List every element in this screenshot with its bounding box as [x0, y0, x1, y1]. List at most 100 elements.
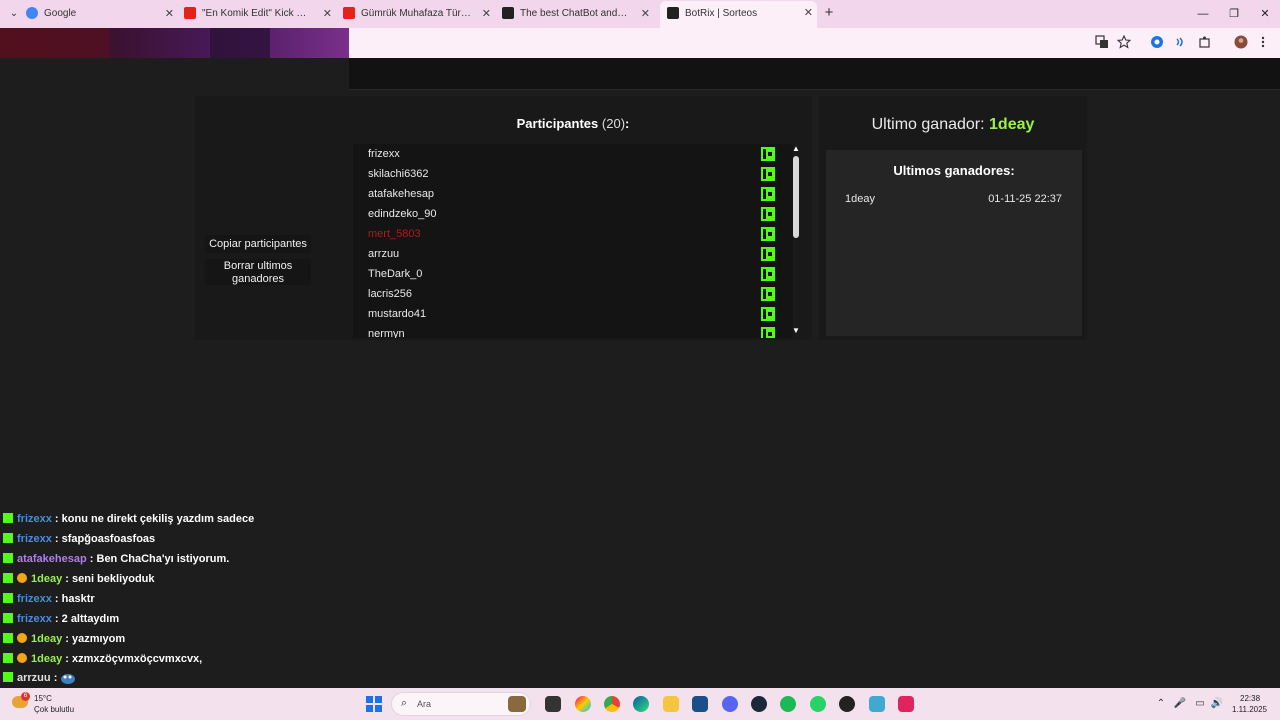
scroll-up-icon[interactable]: ▲	[792, 144, 800, 153]
extension-s-icon[interactable]	[1149, 35, 1165, 51]
close-icon[interactable]: ✕	[165, 3, 174, 25]
chat-message: frizexx : 2 alttaydım	[3, 611, 119, 627]
kick-icon	[761, 167, 775, 181]
file-explorer-icon[interactable]	[663, 696, 679, 712]
steam-icon[interactable]	[751, 696, 767, 712]
participants-scrollbar[interactable]: ▲ ▼	[790, 144, 802, 338]
og-badge-icon	[17, 633, 27, 644]
browser-tab-bar: ⌄ Google ✕ "En Komik Edit" Kick & Twitch…	[0, 0, 1280, 28]
spotify-icon[interactable]	[780, 696, 796, 712]
participant-name: atafakehesap	[368, 188, 435, 200]
microphone-icon[interactable]: 🎤	[1173, 697, 1187, 711]
chat-message: frizexx : konu ne direkt çekiliş yazdım …	[3, 511, 254, 527]
windows-taskbar: 6 15°C Çok bulutlu ⌕ Ara ⌃ 🎤 ▭ 🔊 22:38 1…	[0, 688, 1280, 720]
chevron-up-icon[interactable]: ⌃	[1154, 697, 1168, 711]
emote-icon	[61, 674, 76, 685]
google-icon	[26, 7, 38, 19]
participant-row[interactable]: arrzuu	[353, 244, 793, 264]
kick-icon	[3, 593, 13, 604]
kick-icon	[3, 573, 13, 584]
chat-message: 1deay : seni bekliyoduk	[3, 571, 155, 587]
clock-time[interactable]: 22:38	[1240, 694, 1260, 703]
clear-winners-button[interactable]: Borrar ultimos ganadores	[205, 259, 311, 285]
edge-icon[interactable]	[633, 696, 649, 712]
weather-temperature[interactable]: 15°C	[34, 694, 52, 703]
participant-row[interactable]: mert_5803	[353, 224, 793, 244]
address-bar[interactable]	[349, 28, 1280, 58]
monitor-icon[interactable]: ▭	[1193, 697, 1207, 711]
star-icon[interactable]	[1116, 34, 1132, 51]
participant-row[interactable]: skilachi6362	[353, 164, 793, 184]
chat-message: arrzuu :	[3, 670, 76, 686]
tab-google[interactable]: Google ✕	[26, 3, 178, 25]
settings-gear-icon[interactable]	[869, 696, 885, 712]
chat-message: frizexx : hasktr	[3, 591, 95, 607]
participant-row[interactable]: atafakehesap	[353, 184, 793, 204]
discord-icon[interactable]	[722, 696, 738, 712]
copy-participants-button[interactable]: Copiar participantes	[205, 235, 311, 253]
close-icon[interactable]: ✕	[482, 3, 491, 25]
kick-icon	[761, 227, 775, 241]
speaker-icon[interactable]: 🔊	[1210, 697, 1224, 711]
tab-youtube-gumruk[interactable]: Gümrük Muhafaza Türkiye 16. ✕	[343, 3, 495, 25]
scroll-down-icon[interactable]: ▼	[792, 326, 800, 335]
tab-youtube-edit[interactable]: "En Komik Edit" Kick & Twitch ✕	[184, 3, 336, 25]
kick-icon	[3, 613, 13, 624]
minimize-button[interactable]: —	[1195, 6, 1211, 22]
weather-badge: 6	[21, 692, 30, 701]
kick-icon	[761, 207, 775, 221]
youtube-icon	[343, 7, 355, 19]
taskbar-search-input[interactable]: ⌕ Ara	[391, 692, 531, 716]
participant-name: mustardo41	[368, 308, 427, 320]
winner-name: 1deay	[845, 193, 875, 205]
participant-name: lacris256	[368, 288, 413, 300]
last-winner-name: 1deay	[989, 116, 1035, 133]
media-icon[interactable]	[1173, 35, 1189, 51]
whatsapp-icon[interactable]	[810, 696, 826, 712]
participant-row[interactable]: edindzeko_90	[353, 204, 793, 224]
participant-row[interactable]: frizexx	[353, 144, 793, 164]
close-icon[interactable]: ✕	[323, 3, 332, 25]
recent-winners-title: Ultimos ganadores:	[893, 163, 1015, 178]
task-view-icon[interactable]	[545, 696, 561, 712]
kick-icon	[3, 553, 13, 564]
profile-icon[interactable]	[1233, 35, 1249, 51]
clock-date[interactable]: 1.11.2025	[1232, 705, 1267, 714]
participant-row[interactable]: TheDark_0	[353, 264, 793, 284]
tab-botrix-sorteos[interactable]: BotRix | Sorteos ✕	[660, 1, 817, 28]
tab-search-icon[interactable]: ⌄	[6, 6, 22, 22]
kick-icon	[3, 653, 13, 664]
close-icon[interactable]: ✕	[641, 3, 650, 25]
og-badge-icon	[17, 653, 27, 664]
store-icon[interactable]	[692, 696, 708, 712]
recent-winners-box: Ultimos ganadores: 1deay 01-11-25 22:37	[826, 150, 1082, 336]
participant-row[interactable]: lacris256	[353, 284, 793, 304]
scroll-thumb[interactable]	[793, 156, 799, 238]
chat-message: atafakehesap : Ben ChaCha'yı istiyorum.	[3, 551, 229, 567]
tab-chatbot[interactable]: The best ChatBot and Widgets ✕	[502, 3, 654, 25]
maximize-button[interactable]: ❐	[1226, 6, 1242, 22]
new-tab-button[interactable]: +	[821, 4, 837, 22]
puzzle-icon[interactable]	[1197, 35, 1213, 51]
participants-list[interactable]: frizexx skilachi6362 atafakehesap edindz…	[353, 144, 793, 338]
kick-icon	[3, 672, 13, 683]
weather-condition[interactable]: Çok bulutlu	[34, 705, 74, 714]
kick-icon	[761, 287, 775, 301]
app-pink-icon[interactable]	[898, 696, 914, 712]
botrix-icon	[502, 7, 514, 19]
translate-icon[interactable]	[1094, 35, 1110, 51]
windows-start-icon[interactable]	[366, 696, 382, 712]
menu-icon[interactable]	[1255, 35, 1271, 51]
obs-icon[interactable]	[839, 696, 855, 712]
og-badge-icon	[17, 573, 27, 584]
kick-icon	[761, 147, 775, 161]
youtube-icon	[184, 7, 196, 19]
close-window-button[interactable]: ✕	[1257, 6, 1273, 22]
botrix-icon	[667, 6, 679, 19]
copilot-icon[interactable]	[575, 696, 591, 712]
chrome-icon[interactable]	[604, 696, 620, 712]
top-navbar	[349, 58, 1280, 90]
participant-row[interactable]: mustardo41	[353, 304, 793, 324]
close-icon[interactable]: ✕	[804, 1, 813, 26]
participant-row[interactable]: nermyn	[353, 324, 793, 338]
